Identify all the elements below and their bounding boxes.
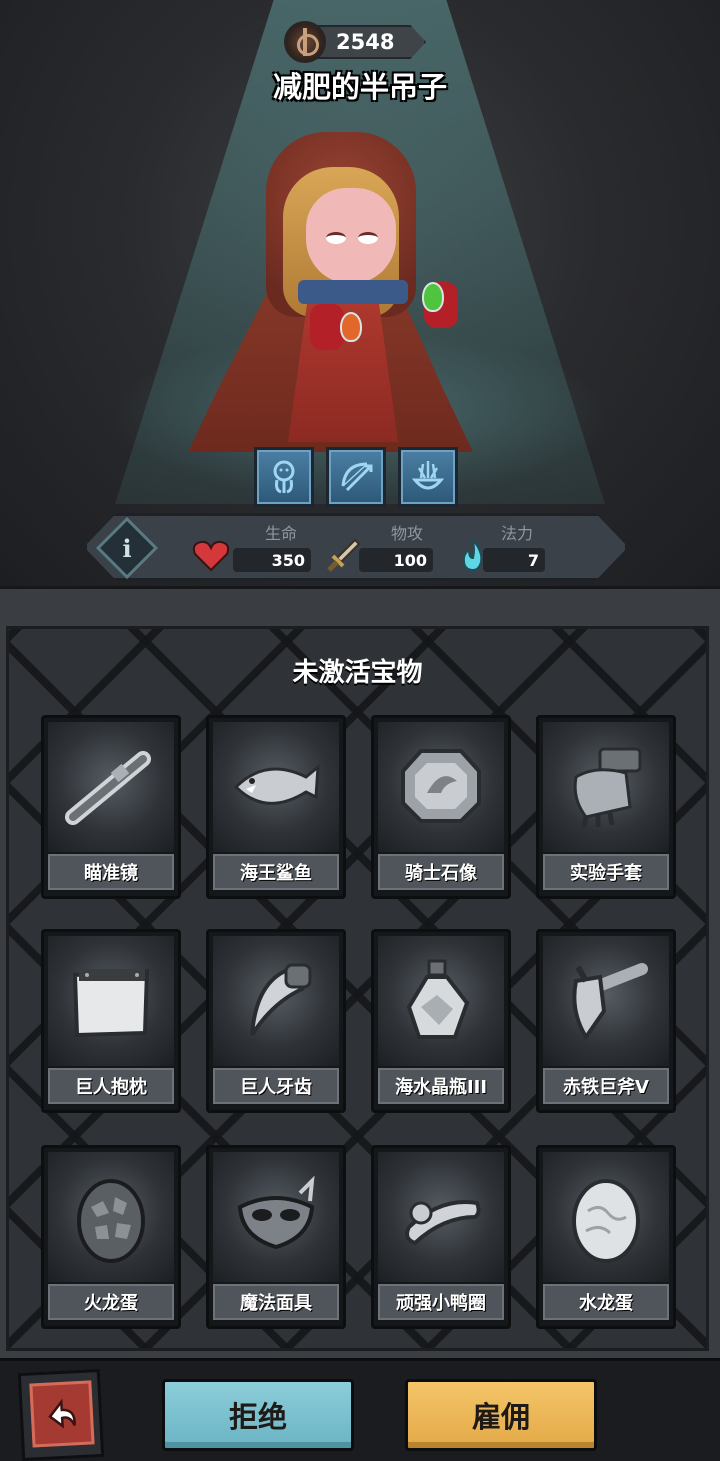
gauntlet-icon bbox=[573, 747, 642, 828]
treasure-name: 巨人抱枕 bbox=[48, 1068, 174, 1104]
stat-hp: 生命 350 bbox=[191, 520, 311, 576]
stat-magic-label: 法力 bbox=[501, 524, 534, 543]
skill-ghost[interactable] bbox=[254, 447, 314, 507]
orange-potion-icon bbox=[340, 312, 362, 342]
treasure-name: 火龙蛋 bbox=[48, 1284, 174, 1320]
fang-icon bbox=[250, 963, 312, 1037]
treasure-card[interactable]: 巨人抱枕 bbox=[41, 929, 181, 1113]
water-egg-icon bbox=[572, 1179, 640, 1263]
stat-attack-label: 物攻 bbox=[391, 524, 424, 543]
mask-icon bbox=[237, 1175, 315, 1250]
stat-hp-label: 生命 bbox=[265, 524, 298, 543]
treasure-name: 实验手套 bbox=[543, 854, 669, 890]
flame-bowl-icon bbox=[411, 461, 445, 490]
ghost-spirit-icon bbox=[273, 460, 295, 494]
treasure-panel: 未激活宝物 瞄准镜 海王鲨鱼 骑士石像 实验手套 巨人抱枕 巨人牙齿 海水晶瓶I… bbox=[6, 626, 709, 1351]
power-medal-icon bbox=[284, 21, 326, 63]
stat-hp-value: 350 bbox=[233, 548, 311, 572]
treasure-name: 海王鲨鱼 bbox=[213, 854, 339, 890]
treasure-card[interactable]: 魔法面具 bbox=[206, 1145, 346, 1329]
hero-scene: 2548 减肥的半吊子 i 生命 350 物攻 100 法力 7 bbox=[0, 0, 720, 586]
skill-flame[interactable] bbox=[398, 447, 458, 507]
treasure-name: 赤铁巨斧V bbox=[543, 1068, 669, 1104]
stat-attack: 物攻 100 bbox=[323, 520, 433, 576]
treasure-card[interactable]: 巨人牙齿 bbox=[206, 929, 346, 1113]
stone-tablet-icon bbox=[401, 749, 481, 823]
treasure-name: 水龙蛋 bbox=[543, 1284, 669, 1320]
skill-list bbox=[254, 447, 458, 507]
action-bar: 拒绝 雇佣 bbox=[0, 1358, 720, 1461]
treasure-card[interactable]: 赤铁巨斧V bbox=[536, 929, 676, 1113]
stat-magic: 法力 7 bbox=[453, 520, 545, 576]
treasure-card[interactable]: 实验手套 bbox=[536, 715, 676, 899]
skill-bow[interactable] bbox=[326, 447, 386, 507]
axe-icon bbox=[572, 963, 648, 1041]
treasure-section: 未激活宝物 瞄准镜 海王鲨鱼 骑士石像 实验手套 巨人抱枕 巨人牙齿 海水晶瓶I… bbox=[0, 586, 720, 1358]
hero-character bbox=[188, 132, 478, 452]
pillow-icon bbox=[72, 968, 150, 1038]
treasure-card[interactable]: 水龙蛋 bbox=[536, 1145, 676, 1329]
crystal-bottle-icon bbox=[406, 959, 470, 1039]
treasure-name: 瞄准镜 bbox=[48, 854, 174, 890]
bow-arrow-icon bbox=[341, 462, 373, 492]
treasure-card[interactable]: 海王鲨鱼 bbox=[206, 715, 346, 899]
treasure-card[interactable]: 瞄准镜 bbox=[41, 715, 181, 899]
shark-icon bbox=[233, 763, 320, 805]
reject-button[interactable]: 拒绝 bbox=[162, 1379, 354, 1451]
heart-icon bbox=[192, 540, 230, 572]
stat-magic-value: 7 bbox=[483, 548, 545, 572]
return-arrow-icon bbox=[48, 1398, 76, 1429]
treasure-name: 巨人牙齿 bbox=[213, 1068, 339, 1104]
treasure-panel-title: 未激活宝物 bbox=[292, 658, 423, 688]
fire-egg-icon bbox=[77, 1179, 145, 1263]
treasure-name: 海水晶瓶III bbox=[378, 1068, 504, 1104]
hire-button[interactable]: 雇佣 bbox=[405, 1379, 597, 1451]
hero-name: 减肥的半吊子 bbox=[272, 70, 447, 104]
sword-icon bbox=[327, 538, 361, 572]
duck-ring-icon bbox=[405, 1200, 481, 1246]
score-badge: 2548 bbox=[284, 21, 426, 63]
treasure-card[interactable]: 顽强小鸭圈 bbox=[371, 1145, 511, 1329]
treasure-name: 魔法面具 bbox=[213, 1284, 339, 1320]
treasure-card[interactable]: 海水晶瓶III bbox=[371, 929, 511, 1113]
stat-attack-value: 100 bbox=[359, 548, 433, 572]
treasure-name: 骑士石像 bbox=[378, 854, 504, 890]
score-value: 2548 bbox=[314, 25, 426, 59]
info-icon: i bbox=[122, 533, 132, 563]
treasure-card[interactable]: 火龙蛋 bbox=[41, 1145, 181, 1329]
stats-bar: i 生命 350 物攻 100 法力 7 bbox=[84, 513, 628, 581]
back-button[interactable] bbox=[17, 1368, 105, 1461]
scope-icon bbox=[65, 751, 151, 825]
treasure-name: 顽强小鸭圈 bbox=[378, 1284, 504, 1320]
treasure-card[interactable]: 骑士石像 bbox=[371, 715, 511, 899]
info-button[interactable]: i bbox=[95, 516, 159, 580]
green-potion-icon bbox=[422, 282, 444, 312]
